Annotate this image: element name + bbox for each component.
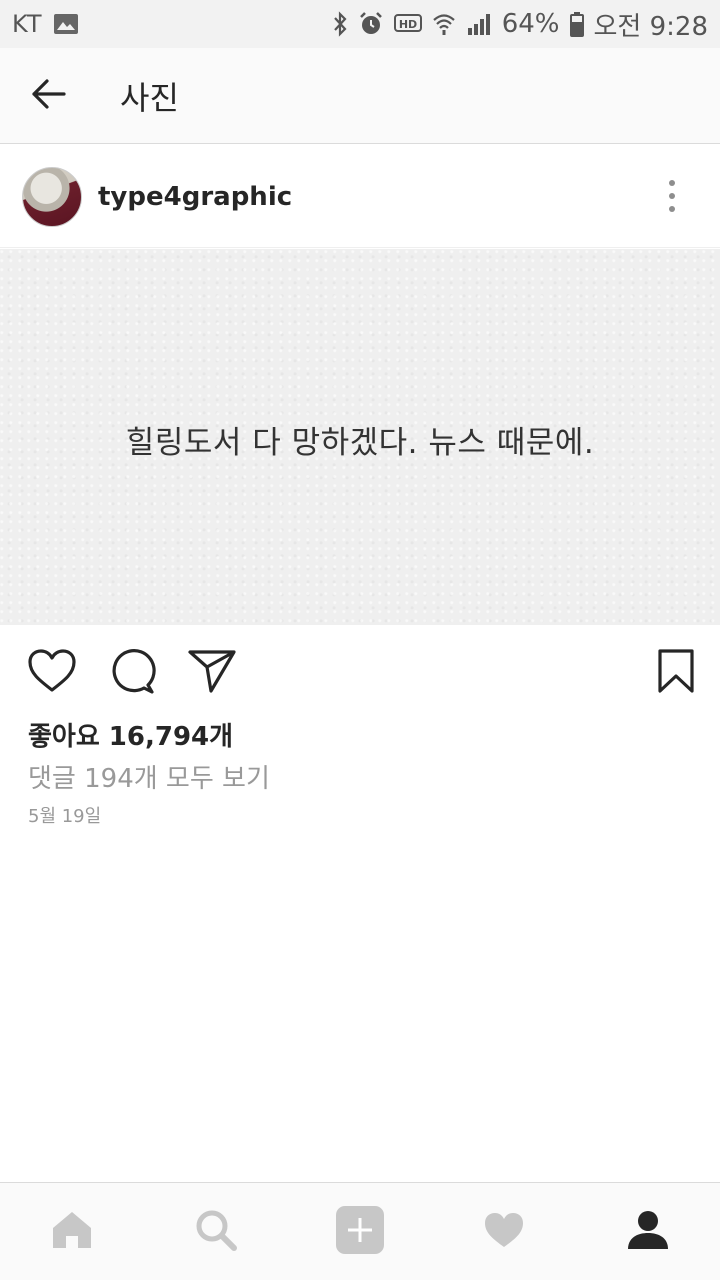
comment-icon xyxy=(108,647,156,699)
back-button[interactable] xyxy=(0,48,96,144)
nav-add[interactable] xyxy=(288,1183,432,1280)
nav-home[interactable] xyxy=(0,1183,144,1280)
status-bar: KT HD 64% 오전 9:28 xyxy=(0,0,720,48)
activity-icon xyxy=(483,1211,525,1253)
more-dot-icon xyxy=(669,193,675,199)
post-header: type4graphic xyxy=(0,146,720,248)
add-icon xyxy=(336,1205,384,1258)
nav-search[interactable] xyxy=(144,1183,288,1280)
battery-percent: 64% xyxy=(501,9,560,39)
share-icon xyxy=(187,648,237,698)
search-icon xyxy=(195,1209,237,1255)
home-icon xyxy=(51,1210,93,1254)
more-dot-icon xyxy=(669,180,675,186)
bookmark-icon xyxy=(657,648,695,698)
status-bar-left: KT xyxy=(12,10,79,38)
username[interactable]: type4graphic xyxy=(98,182,292,212)
app-header: 사진 xyxy=(0,48,720,144)
clock: 오전 9:28 xyxy=(593,11,709,42)
view-comments-link[interactable]: 댓글 194개 모두 보기 xyxy=(28,758,270,795)
bookmark-button[interactable] xyxy=(646,640,706,706)
signal-icon xyxy=(466,12,492,36)
like-button[interactable] xyxy=(22,640,82,706)
more-options-button[interactable] xyxy=(654,176,690,216)
battery-icon xyxy=(569,11,584,37)
hd-icon: HD xyxy=(393,13,422,35)
status-bar-right: HD 64% 오전 9:28 xyxy=(332,6,708,43)
alarm-icon xyxy=(358,11,384,37)
comment-button[interactable] xyxy=(102,640,162,706)
bottom-nav xyxy=(0,1182,720,1280)
share-button[interactable] xyxy=(182,640,242,706)
back-arrow-icon xyxy=(30,78,66,114)
post-image-text: 힐링도서 다 망하겠다. 뉴스 때문에. xyxy=(125,424,595,461)
profile-icon xyxy=(627,1210,669,1254)
carrier-label: KT xyxy=(12,10,43,38)
bluetooth-icon xyxy=(332,11,348,37)
nav-activity[interactable] xyxy=(432,1183,576,1280)
image-icon xyxy=(53,13,79,35)
avatar[interactable] xyxy=(22,166,82,227)
more-dot-icon xyxy=(669,206,675,212)
post-image[interactable]: 힐링도서 다 망하겠다. 뉴스 때문에. xyxy=(0,249,720,625)
svg-text:HD: HD xyxy=(399,18,417,31)
page-title: 사진 xyxy=(120,78,179,117)
wifi-icon xyxy=(432,12,456,36)
action-bar xyxy=(0,640,720,706)
post-date: 5월 19일 xyxy=(28,806,102,827)
nav-profile[interactable] xyxy=(576,1183,720,1280)
like-icon xyxy=(27,648,77,698)
likes-count[interactable]: 좋아요 16,794개 xyxy=(28,716,233,753)
